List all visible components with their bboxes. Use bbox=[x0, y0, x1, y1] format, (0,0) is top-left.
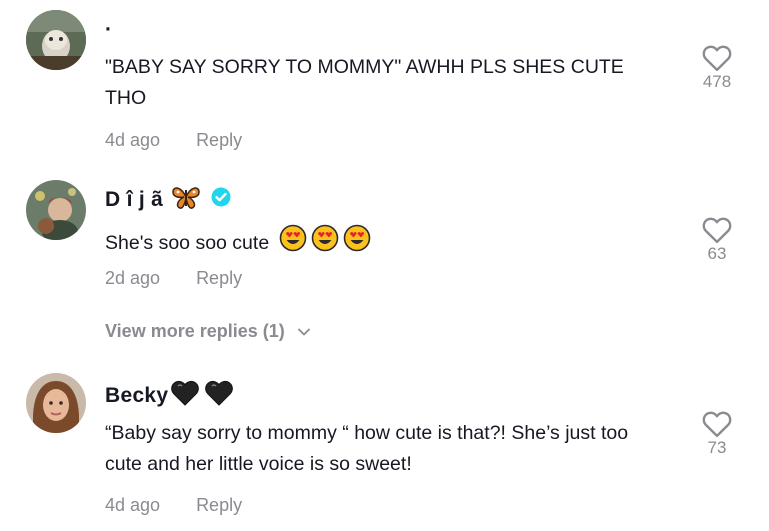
black-heart-emoji bbox=[170, 379, 200, 413]
heart-eyes-emoji bbox=[279, 224, 307, 262]
comment-text-row: She's soo soo cute bbox=[105, 224, 665, 262]
comment-meta: 4d ago Reply bbox=[105, 495, 242, 516]
chevron-down-icon bbox=[297, 328, 310, 335]
avatar[interactable] bbox=[26, 180, 86, 240]
heart-eyes-emoji bbox=[311, 224, 339, 262]
heart-outline-icon bbox=[702, 411, 732, 438]
heart-outline-icon bbox=[702, 45, 732, 72]
like-button[interactable]: 63 bbox=[690, 216, 744, 264]
reply-button[interactable]: Reply bbox=[196, 268, 242, 288]
like-button[interactable]: 478 bbox=[690, 44, 744, 92]
username[interactable]: · bbox=[105, 18, 112, 42]
view-more-replies-label: View more replies (1) bbox=[105, 321, 285, 341]
reply-button[interactable]: Reply bbox=[196, 495, 242, 515]
like-count: 478 bbox=[702, 72, 732, 91]
view-more-replies-button[interactable]: View more replies (1) bbox=[105, 321, 311, 342]
comment-text: “Baby say sorry to mommy “ how cute is t… bbox=[105, 422, 629, 475]
timestamp: 2d ago bbox=[105, 268, 161, 288]
comment-text: "BABY SAY SORRY TO MOMMY" AWHH PLS SHES … bbox=[105, 56, 624, 109]
comment-meta: 4d ago Reply bbox=[105, 130, 242, 151]
comment-text: She's soo soo cute bbox=[105, 231, 270, 254]
timestamp: 4d ago bbox=[105, 130, 161, 150]
heart-eyes-emoji bbox=[343, 224, 371, 262]
verified-badge-icon bbox=[211, 187, 231, 213]
heart-outline-icon bbox=[702, 217, 732, 244]
like-button[interactable]: 73 bbox=[690, 410, 744, 458]
avatar[interactable] bbox=[26, 373, 86, 433]
comment-meta: 2d ago Reply bbox=[105, 268, 242, 289]
like-count: 63 bbox=[707, 244, 727, 263]
username[interactable]: D î j ã bbox=[105, 184, 231, 216]
username-text: D î j ã bbox=[105, 188, 164, 211]
reply-button[interactable]: Reply bbox=[196, 130, 242, 150]
timestamp: 4d ago bbox=[105, 495, 161, 515]
avatar[interactable] bbox=[26, 10, 86, 70]
like-count: 73 bbox=[707, 438, 727, 457]
username[interactable]: Becky bbox=[105, 379, 234, 413]
black-heart-emoji bbox=[204, 379, 234, 413]
username-text: Becky bbox=[105, 384, 169, 407]
butterfly-emoji bbox=[171, 184, 201, 216]
